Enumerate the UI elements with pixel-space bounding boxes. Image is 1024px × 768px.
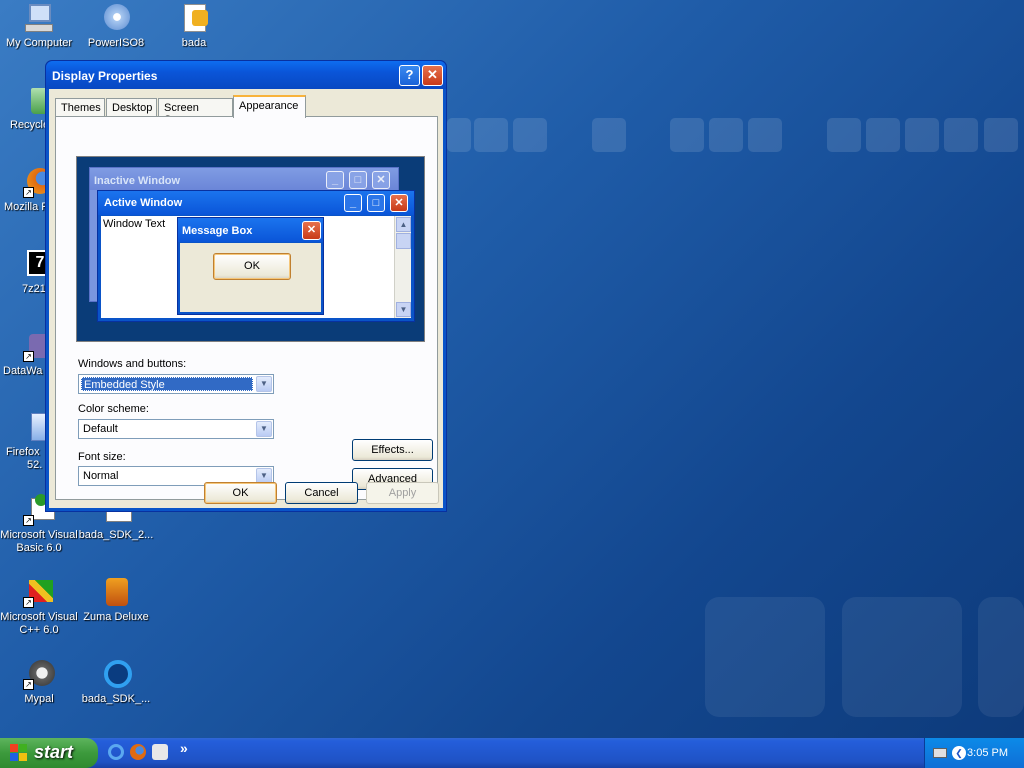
preview-message-title-bar: Message Box ✕ (178, 218, 323, 242)
ok-button[interactable]: OK (204, 482, 277, 504)
preview-inactive-title-bar: Inactive Window _ □ ✕ (90, 168, 398, 190)
system-tray: ❮ 3:05 PM (924, 738, 1024, 768)
keyboard-icon[interactable] (933, 748, 947, 758)
taskbar: start » ❮ 3:05 PM (0, 738, 1024, 768)
mypal-icon: ↗ (23, 658, 55, 690)
tab-desktop[interactable]: Desktop (106, 98, 157, 117)
chevron-left-icon[interactable]: ❮ (952, 746, 966, 760)
windows-buttons-value: Embedded Style (81, 377, 253, 391)
maximize-icon: □ (367, 194, 385, 212)
firefox-icon[interactable] (130, 744, 146, 760)
close-button[interactable]: ✕ (422, 65, 443, 86)
windows-logo-icon (10, 744, 28, 762)
vc6-icon: ↗ (23, 576, 55, 608)
tab-appearance[interactable]: Appearance (233, 95, 306, 118)
color-scheme-value: Default (83, 423, 118, 435)
close-icon: ✕ (372, 171, 390, 189)
appearance-panel: Inactive Window _ □ ✕ Active Window _ □ … (55, 116, 438, 500)
desktop-icon-label: bada (181, 37, 207, 49)
font-size-value: Normal (83, 470, 119, 482)
preview-message-box: Message Box ✕ OK (177, 217, 324, 315)
preview-window-text: Window Text (103, 218, 166, 230)
desktop-icon-label-2: Basic 6.0 (16, 542, 62, 554)
desktop-icon-label: Zuma Deluxe (83, 611, 149, 623)
effects-button[interactable]: Effects... (352, 439, 433, 461)
color-scheme-label: Color scheme: (78, 403, 149, 415)
clock[interactable]: 3:05 PM (967, 747, 1008, 759)
maximize-icon: □ (349, 171, 367, 189)
start-button[interactable]: start (0, 738, 98, 768)
desktop-icon-label: bada_SDK_2... (78, 529, 154, 541)
color-scheme-select[interactable]: Default ▼ (78, 419, 274, 439)
start-label: start (34, 742, 74, 762)
preview-ok-button: OK (213, 253, 291, 280)
dialog-title-bar[interactable]: Display Properties ? ✕ (46, 61, 446, 89)
desktop-icon-zuma[interactable]: Zuma Deluxe (77, 576, 155, 624)
desktop-icon-my-computer[interactable]: My Computer (0, 2, 78, 50)
internet-explorer-icon[interactable] (108, 744, 124, 760)
desktop-icon-vc6[interactable]: ↗ Microsoft Visual C++ 6.0 (0, 576, 78, 637)
tab-themes[interactable]: Themes (55, 98, 105, 117)
display-properties-dialog: Display Properties ? ✕ Themes Desktop Sc… (45, 60, 447, 512)
zuma-icon (100, 576, 132, 608)
desktop-icon-label: Mypal (24, 693, 54, 705)
desktop-icon-bada-sdk[interactable]: bada_SDK_... (77, 658, 155, 706)
close-icon: ✕ (390, 194, 408, 212)
scroll-thumb (396, 233, 411, 249)
chevron-down-icon[interactable]: ▼ (256, 376, 272, 392)
windows-buttons-label: Windows and buttons: (78, 358, 187, 370)
poweriso-icon (100, 2, 132, 34)
quick-launch-more-icon[interactable]: » (180, 740, 188, 756)
desktop-icon-bada[interactable]: bada (155, 2, 233, 50)
preview-message-client: OK (180, 243, 321, 312)
scroll-up-icon: ▲ (396, 217, 411, 232)
help-icon: ? (405, 67, 414, 82)
minimize-icon: _ (326, 171, 344, 189)
apply-button[interactable]: Apply (366, 482, 439, 504)
windows-buttons-select[interactable]: Embedded Style ▼ (78, 374, 274, 394)
chevron-down-icon[interactable]: ▼ (256, 421, 272, 437)
close-icon: ✕ (427, 67, 438, 82)
desktop-icon-label: My Computer (5, 37, 73, 49)
cancel-button[interactable]: Cancel (285, 482, 358, 504)
dialog-body: Themes Desktop Screen Saver Appearance I… (49, 89, 443, 508)
bada-folder-icon (178, 2, 210, 34)
help-button[interactable]: ? (399, 65, 420, 86)
dialog-title: Display Properties (52, 69, 158, 83)
desktop-icon-mypal[interactable]: ↗ Mypal (0, 658, 78, 706)
desktop-icon-label: Microsoft Visual (0, 611, 78, 623)
preview-active-title-bar: Active Window _ □ ✕ (98, 191, 414, 215)
desktop-icon-label: PowerISO8 (87, 37, 145, 49)
desktop-icon-label: bada_SDK_... (81, 693, 151, 705)
desktop-icon-label: Microsoft Visual (0, 529, 78, 541)
desktop-icon-label-2: C++ 6.0 (19, 624, 59, 636)
appearance-preview: Inactive Window _ □ ✕ Active Window _ □ … (76, 156, 425, 342)
tab-screen-saver[interactable]: Screen Saver (158, 98, 233, 126)
scroll-down-icon: ▼ (396, 302, 411, 317)
close-icon: ✕ (302, 221, 321, 240)
font-size-label: Font size: (78, 451, 126, 463)
preview-scrollbar: ▲ ▼ (394, 216, 411, 318)
minimize-icon: _ (344, 194, 362, 212)
desktop-icon-poweriso[interactable]: PowerISO8 (77, 2, 155, 50)
bada-sdk-icon (100, 658, 132, 690)
my-computer-icon (23, 2, 55, 34)
outlook-express-icon[interactable] (152, 744, 168, 760)
